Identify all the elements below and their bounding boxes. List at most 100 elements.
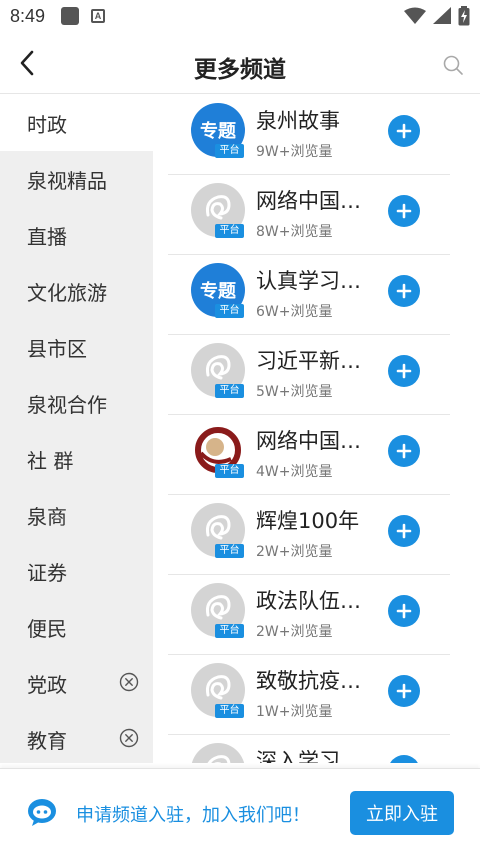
add-channel-button[interactable]	[388, 595, 420, 627]
channel-name: 致敬抗疫…	[256, 669, 361, 693]
sidebar-item-label: 证券	[27, 560, 67, 585]
screen: 8:49 A 更多频道 时政泉视精品 直播文化旅游县市区泉视合作社 群泉商证券便民…	[0, 0, 480, 853]
channel-name: 深入学习…	[256, 749, 361, 763]
remove-circle-icon[interactable]	[119, 672, 139, 692]
notification-square-icon	[61, 7, 80, 25]
channel-row[interactable]: 平台 习近平新… 5W+浏览量	[168, 335, 450, 415]
plus-icon	[396, 123, 412, 139]
sidebar-item-label: 社 群	[27, 448, 74, 473]
battery-charging-icon	[458, 6, 470, 26]
channel-name: 网络中国…	[256, 429, 361, 453]
channel-row[interactable]: 平台深入学习…	[168, 735, 450, 763]
sidebar-item[interactable]: 时政	[0, 95, 153, 151]
channel-avatar: 平台	[191, 423, 245, 478]
chat-robot-icon	[28, 799, 56, 826]
sidebar-item-label: 县市区	[27, 336, 87, 361]
channel-row[interactable]: 平台 辉煌100年 2W+浏览量	[168, 495, 450, 575]
join-now-button[interactable]: 立即入驻	[350, 791, 454, 835]
channel-avatar: 平台	[191, 743, 245, 763]
channel-row[interactable]: 平台 网络中国… 4W+浏览量	[168, 415, 450, 495]
sidebar-item-label: 泉商	[27, 504, 67, 529]
plus-icon	[396, 523, 412, 539]
add-channel-button[interactable]	[388, 755, 420, 763]
sidebar-item-label: 泉视合作	[27, 392, 107, 417]
channel-row[interactable]: 平台 致敬抗疫… 1W+浏览量	[168, 655, 450, 735]
sidebar-item[interactable]: 直播	[0, 207, 153, 263]
channel-avatar: 平台	[191, 503, 245, 558]
channel-views: 5W+浏览量	[256, 384, 333, 400]
signal-icon	[433, 7, 451, 24]
sidebar-item-label: 教育	[27, 728, 67, 753]
channel-views: 4W+浏览量	[256, 464, 333, 480]
bottom-bar: 申请频道入驻，加入我们吧！ 立即入驻	[0, 768, 480, 853]
plus-icon	[396, 683, 412, 699]
add-channel-button[interactable]	[388, 435, 420, 467]
plus-icon	[396, 443, 412, 459]
platform-badge: 平台	[215, 624, 244, 638]
channel-name: 网络中国…	[256, 189, 361, 213]
channel-row[interactable]: 平台 政法队伍… 2W+浏览量	[168, 575, 450, 655]
category-sidebar: 时政泉视精品 直播文化旅游县市区泉视合作社 群泉商证券便民党政教育	[0, 95, 153, 763]
add-channel-button[interactable]	[388, 275, 420, 307]
plus-icon	[396, 203, 412, 219]
platform-badge: 平台	[215, 544, 244, 558]
plus-icon	[396, 363, 412, 379]
sidebar-item[interactable]: 县市区	[0, 319, 153, 375]
channel-name: 泉州故事	[256, 109, 340, 133]
sidebar-item[interactable]: 泉商	[0, 487, 153, 543]
channel-row[interactable]: 专题 平台 认真学习… 6W+浏览量	[168, 255, 450, 335]
platform-badge: 平台	[215, 304, 244, 318]
channel-row[interactable]: 专题 平台 泉州故事 9W+浏览量	[168, 95, 450, 175]
sidebar-item-label: 文化旅游	[27, 280, 107, 305]
channel-avatar: 平台	[191, 343, 245, 398]
channel-views: 6W+浏览量	[256, 304, 333, 320]
plus-icon	[396, 283, 412, 299]
page-title: 更多频道	[194, 57, 286, 83]
sidebar-item[interactable]: 泉视精品	[0, 151, 153, 207]
a-badge-icon: A	[91, 9, 106, 23]
sidebar-item[interactable]: 党政	[0, 655, 153, 711]
status-time: 8:49	[10, 5, 46, 26]
platform-badge: 平台	[215, 384, 244, 398]
wifi-icon	[404, 7, 426, 24]
channel-row[interactable]: 平台 网络中国… 8W+浏览量	[168, 175, 450, 255]
add-channel-button[interactable]	[388, 515, 420, 547]
channel-views: 1W+浏览量	[256, 704, 333, 720]
sidebar-item[interactable]: 证券	[0, 543, 153, 599]
channel-views: 8W+浏览量	[256, 224, 333, 240]
sidebar-item[interactable]: 社 群	[0, 431, 153, 487]
plus-icon	[396, 603, 412, 619]
placeholder-logo-icon	[207, 755, 231, 763]
sidebar-item[interactable]: 便民	[0, 599, 153, 655]
sidebar-item[interactable]: 教育	[0, 711, 153, 763]
status-bar: 8:49 A	[0, 0, 480, 32]
status-right	[404, 6, 470, 26]
sidebar-item[interactable]: 文化旅游	[0, 263, 153, 319]
channel-name: 政法队伍…	[256, 589, 361, 613]
sidebar-item-label: 便民	[27, 616, 67, 641]
channel-name: 认真学习…	[256, 269, 361, 293]
avatar-circle	[191, 743, 245, 763]
platform-badge: 平台	[215, 224, 244, 238]
sidebar-item-label: 党政	[27, 672, 67, 697]
channel-list: 专题 平台 泉州故事 9W+浏览量 平台 网络中国… 8W+浏览量 专题 平台 认真学习… 6W+浏…	[168, 95, 450, 763]
channel-avatar: 专题 平台	[191, 263, 245, 318]
add-channel-button[interactable]	[388, 675, 420, 707]
add-channel-button[interactable]	[388, 355, 420, 387]
add-channel-button[interactable]	[388, 195, 420, 227]
channel-views: 2W+浏览量	[256, 624, 333, 640]
channel-avatar: 平台	[191, 663, 245, 718]
channel-views: 9W+浏览量	[256, 144, 333, 160]
channel-views: 2W+浏览量	[256, 544, 333, 560]
platform-badge: 平台	[215, 144, 244, 158]
sidebar-item-label: 时政	[27, 112, 67, 137]
sidebar-item[interactable]: 泉视合作	[0, 375, 153, 431]
add-channel-button[interactable]	[388, 115, 420, 147]
channel-name: 辉煌100年	[256, 509, 360, 533]
remove-circle-icon[interactable]	[119, 728, 139, 748]
channel-avatar: 平台	[191, 183, 245, 238]
search-button[interactable]	[442, 54, 464, 76]
search-icon	[443, 55, 463, 75]
header: 更多频道	[0, 32, 480, 94]
apply-channel-text: 申请频道入驻，加入我们吧！	[76, 805, 310, 826]
